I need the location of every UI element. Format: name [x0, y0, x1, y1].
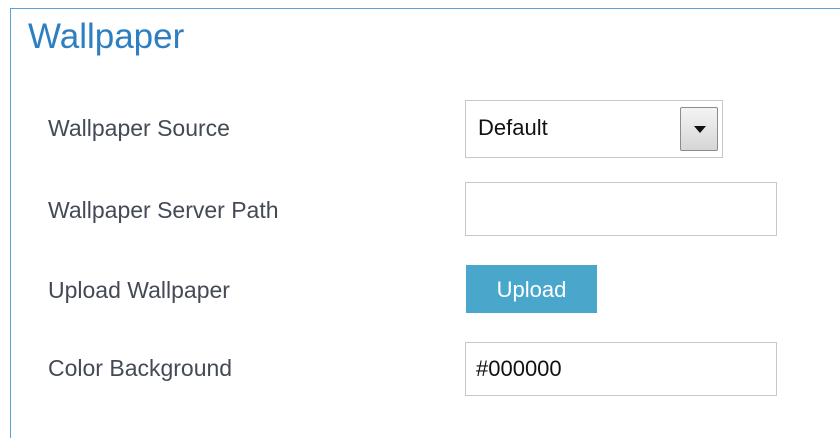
wallpaper-source-label: Wallpaper Source: [48, 115, 230, 141]
chevron-down-icon: [694, 126, 706, 133]
section-title: Wallpaper: [28, 17, 185, 56]
wallpaper-server-path-label: Wallpaper Server Path: [48, 197, 279, 223]
dropdown-button[interactable]: [680, 107, 718, 151]
upload-button[interactable]: Upload: [466, 265, 597, 313]
color-background-label: Color Background: [48, 355, 233, 381]
wallpaper-source-select[interactable]: Default: [465, 100, 723, 158]
color-background-input[interactable]: [465, 342, 777, 396]
upload-wallpaper-label: Upload Wallpaper: [48, 277, 230, 303]
wallpaper-server-path-input[interactable]: [465, 182, 777, 236]
wallpaper-source-selected-value: Default: [478, 115, 548, 140]
